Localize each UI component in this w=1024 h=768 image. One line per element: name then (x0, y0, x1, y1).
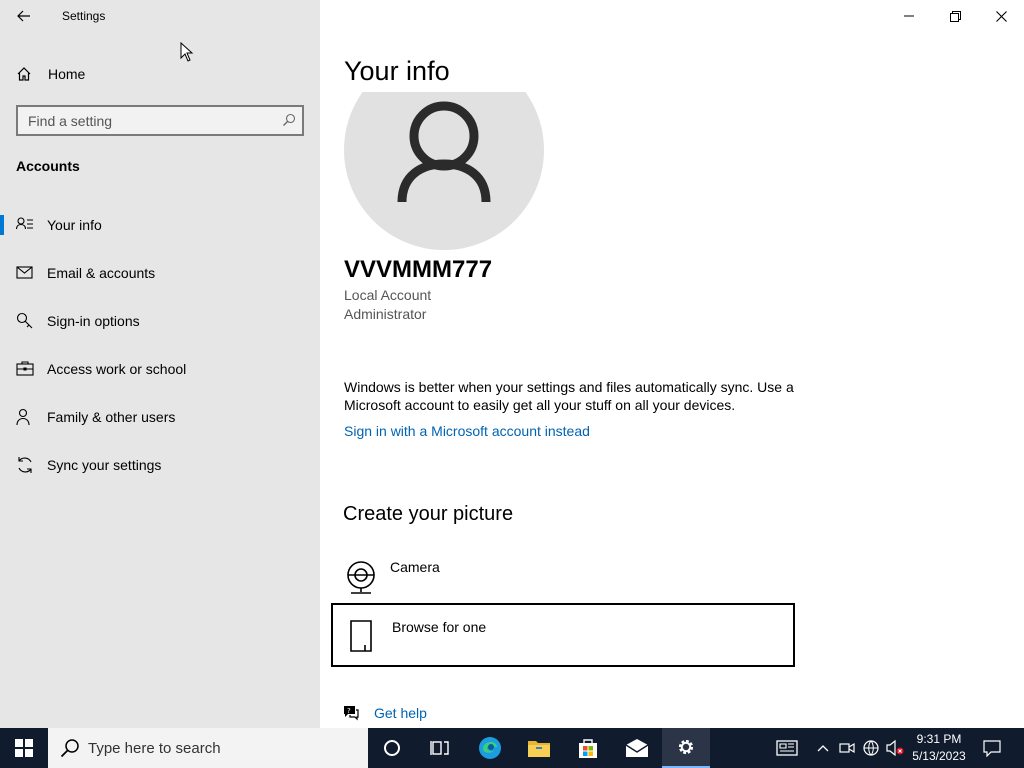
task-view-button[interactable] (416, 728, 464, 768)
user-avatar-icon (397, 101, 491, 203)
clock-date: 5/13/2023 (912, 749, 966, 763)
mail-button[interactable] (613, 728, 661, 768)
start-button[interactable] (0, 728, 48, 768)
account-role: Administrator (344, 306, 427, 322)
news-tray-button[interactable] (772, 728, 802, 768)
user-name: VVVMMM777 (344, 256, 493, 283)
sidebar-item-label: Sync your settings (47, 457, 162, 473)
taskbar-clock[interactable]: 9:31 PM 5/13/2023 (904, 731, 974, 765)
globe-icon (863, 740, 879, 756)
meet-now-button[interactable] (838, 728, 856, 768)
sidebar-item-label: Sign-in options (47, 313, 140, 329)
sidebar-item-label: Family & other users (47, 409, 176, 425)
sidebar-item-family-users[interactable]: Family & other users (0, 397, 320, 437)
help-chat-icon: ? (344, 706, 359, 721)
edge-icon (479, 737, 501, 759)
create-picture-title: Create your picture (343, 503, 514, 525)
avatar (344, 92, 544, 252)
briefcase-icon (16, 361, 34, 376)
key-icon (16, 312, 33, 329)
browse-label: Browse for one (392, 619, 487, 635)
search-icon[interactable] (282, 113, 296, 127)
taskbar-search-box[interactable]: Type here to search (48, 728, 368, 768)
sidebar-item-label: Access work or school (47, 361, 187, 377)
home-nav-item[interactable]: Home (16, 63, 85, 85)
your-info-icon (16, 217, 33, 230)
file-icon (350, 620, 372, 652)
get-help-label: Get help (374, 705, 427, 721)
sidebar-item-email-accounts[interactable]: Email & accounts (0, 253, 320, 293)
get-help-link[interactable]: ? Get help (342, 704, 427, 722)
sidebar-item-your-info[interactable]: Your info (0, 205, 320, 245)
sidebar-item-sign-in-options[interactable]: Sign-in options (0, 301, 320, 341)
email-icon (16, 266, 33, 279)
sync-description: Windows is better when your settings and… (344, 379, 794, 413)
search-icon (60, 739, 79, 758)
section-title: Accounts (16, 158, 80, 174)
back-button[interactable] (12, 6, 36, 26)
browse-option[interactable]: Browse for one (331, 603, 795, 667)
sidebar-item-label: Email & accounts (47, 265, 156, 281)
back-arrow-icon (17, 10, 30, 22)
close-icon (995, 10, 1007, 22)
svg-text:?: ? (347, 707, 351, 715)
store-button[interactable] (564, 728, 612, 768)
sidebar-item-access-work[interactable]: Access work or school (0, 349, 320, 389)
cortana-button[interactable] (368, 728, 416, 768)
home-label: Home (48, 66, 86, 82)
page-title: Your info (344, 56, 450, 86)
home-icon (17, 67, 31, 81)
main-content: Your info VVVMMM777 Local Account Admini… (320, 0, 1024, 728)
task-view-icon (430, 741, 449, 755)
sidebar-item-sync-settings[interactable]: Sync your settings (0, 445, 320, 485)
network-button[interactable] (860, 728, 882, 768)
person-icon (16, 408, 30, 426)
camera-icon (347, 561, 375, 594)
settings-search-box[interactable] (16, 105, 304, 136)
settings-taskbar-button[interactable] (662, 728, 710, 768)
settings-search-input[interactable] (28, 111, 268, 131)
camera-label: Camera (390, 559, 440, 575)
news-icon (776, 740, 798, 756)
volume-muted-icon (886, 740, 904, 756)
gear-icon (678, 739, 694, 755)
clock-time: 9:31 PM (916, 732, 962, 746)
account-type: Local Account (344, 287, 432, 303)
cortana-icon (384, 740, 400, 756)
chevron-up-icon (817, 745, 829, 752)
show-hidden-icons-button[interactable] (814, 728, 832, 768)
taskbar-search-placeholder: Type here to search (88, 740, 221, 757)
mail-icon (625, 739, 649, 757)
sign-in-microsoft-link[interactable]: Sign in with a Microsoft account instead (344, 423, 590, 439)
minimize-button[interactable] (886, 0, 932, 32)
minimize-icon (904, 15, 914, 17)
volume-button[interactable] (884, 728, 906, 768)
video-call-icon (839, 742, 855, 754)
app-title: Settings (62, 9, 106, 23)
mouse-cursor-icon (180, 42, 194, 62)
notification-icon (983, 740, 1001, 757)
restore-icon (949, 10, 961, 22)
restore-button[interactable] (932, 0, 978, 32)
folder-icon (528, 741, 550, 757)
close-button[interactable] (978, 0, 1024, 32)
sidebar: Settings Home Accounts Your info Email &… (0, 0, 320, 728)
sync-icon (18, 457, 32, 473)
camera-option[interactable]: Camera (331, 546, 795, 610)
store-icon (579, 739, 597, 758)
taskbar: Type here to search 9:31 PM 5/13/2023 (0, 728, 1024, 768)
sidebar-item-label: Your info (47, 217, 102, 233)
windows-logo-icon (15, 739, 33, 757)
edge-button[interactable] (466, 728, 514, 768)
action-center-button[interactable] (978, 728, 1006, 768)
file-explorer-button[interactable] (515, 728, 563, 768)
